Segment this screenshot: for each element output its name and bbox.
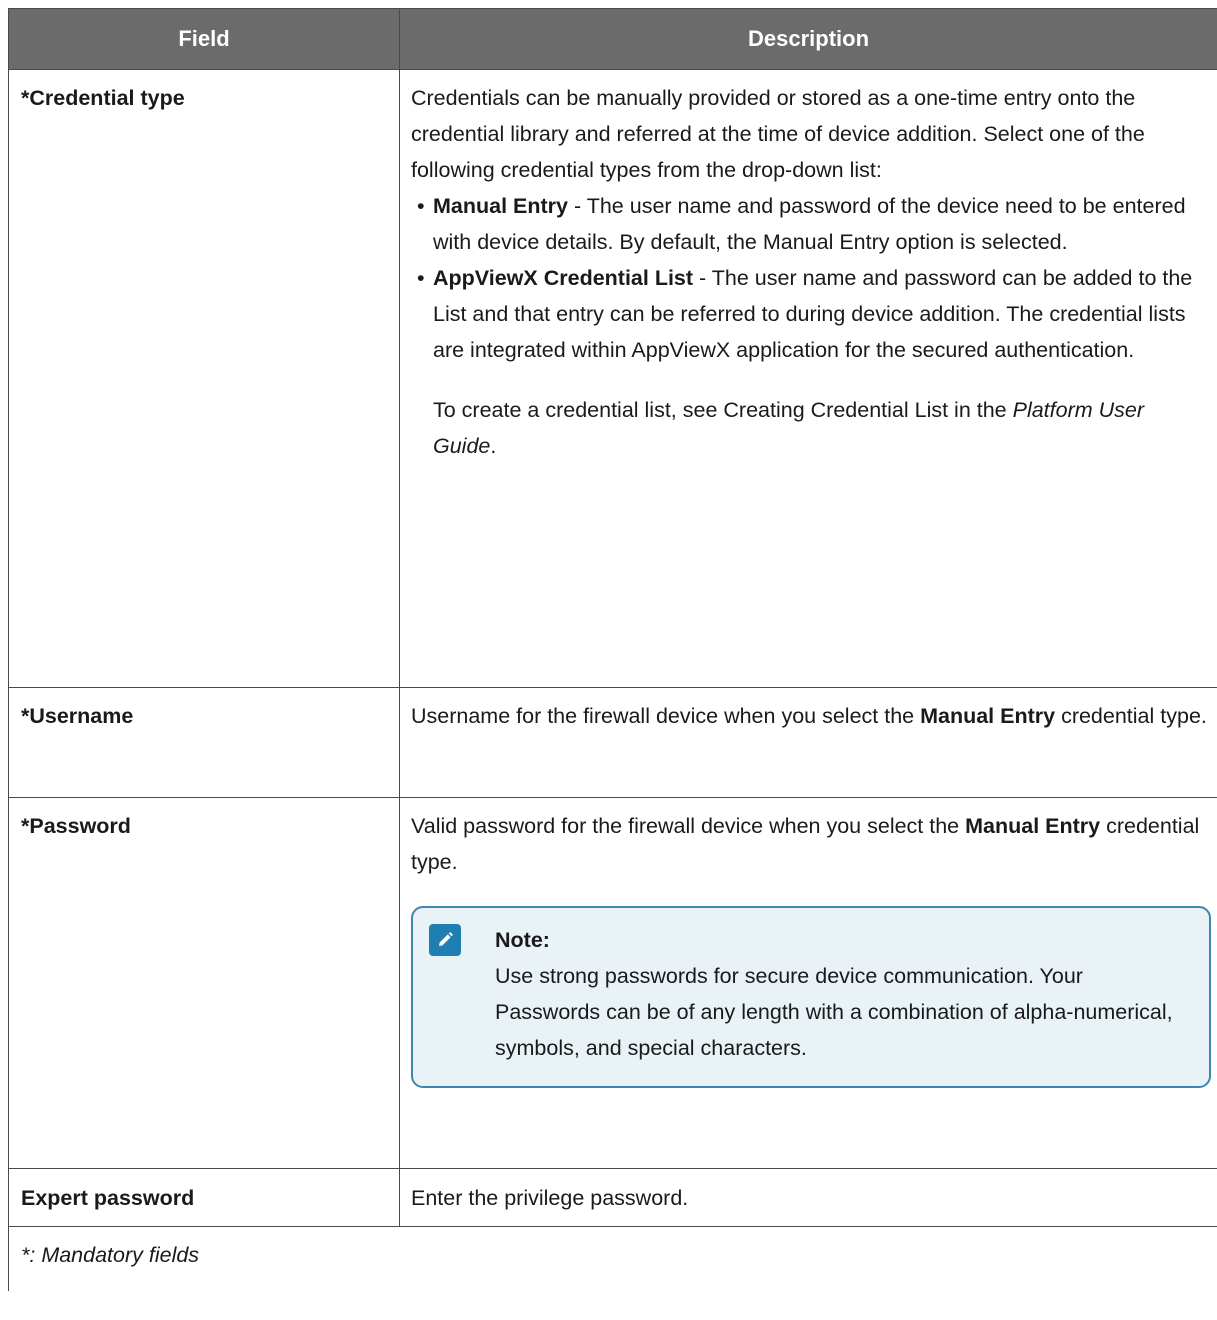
description-credential-type: Credentials can be manually provided or …: [399, 69, 1217, 688]
note-box: Note: Use strong passwords for secure de…: [411, 906, 1211, 1088]
pencil-icon: [429, 924, 461, 956]
bullet-icon: •: [417, 194, 425, 218]
password-desc-prefix: Valid password for the firewall device w…: [411, 814, 966, 838]
description-password: Valid password for the firewall device w…: [399, 797, 1217, 1169]
reference-text: To create a credential list, see Creatin…: [433, 398, 1013, 422]
list-item-credential-list: • AppViewX Credential List - The user nam…: [411, 260, 1213, 368]
table-row-credential-type: *Credential type Credentials can be manu…: [8, 69, 1217, 688]
table-header-row: Field Description: [8, 8, 1217, 70]
table-row-password: *Password Valid password for the firewal…: [8, 797, 1217, 1169]
password-desc-bold: Manual Entry: [965, 814, 1101, 838]
bullet-icon: •: [417, 266, 425, 290]
table-footer-row: *: Mandatory fields: [8, 1226, 1217, 1291]
field-expert-password: Expert password: [8, 1168, 400, 1227]
field-password: *Password: [8, 797, 400, 1169]
note-header: Note:: [429, 922, 1189, 958]
option-term-manual-entry: Manual Entry: [433, 194, 568, 218]
note-body: Use strong passwords for secure device c…: [495, 964, 1173, 1060]
credentials-table: Field Description *Credential type Crede…: [8, 8, 1217, 1291]
username-desc-prefix: Username for the firewall device when yo…: [411, 704, 921, 728]
header-description: Description: [399, 8, 1217, 70]
mandatory-fields-note: *: Mandatory fields: [8, 1226, 1217, 1291]
username-desc-bold: Manual Entry: [920, 704, 1056, 728]
header-field: Field: [8, 8, 400, 70]
list-item-manual-entry: • Manual Entry - The user name and passwo…: [411, 188, 1213, 260]
field-credential-type: *Credential type: [8, 69, 400, 688]
username-desc-suffix: credential type.: [1055, 704, 1207, 728]
reference-end: .: [490, 434, 497, 458]
credential-type-options: • Manual Entry - The user name and passwo…: [411, 188, 1213, 368]
table-row-expert-password: Expert password Enter the privilege pass…: [8, 1168, 1217, 1227]
description-username: Username for the firewall device when yo…: [399, 687, 1217, 798]
field-username: *Username: [8, 687, 400, 798]
note-title: Note:: [495, 928, 550, 952]
credential-type-intro: Credentials can be manually provided or …: [411, 86, 1145, 182]
table-row-username: *Username Username for the firewall devi…: [8, 687, 1217, 798]
credential-list-reference: To create a credential list, see Creatin…: [433, 392, 1213, 464]
description-expert-password: Enter the privilege password.: [399, 1168, 1217, 1227]
option-term-credential-list: AppViewX Credential List: [433, 266, 694, 290]
